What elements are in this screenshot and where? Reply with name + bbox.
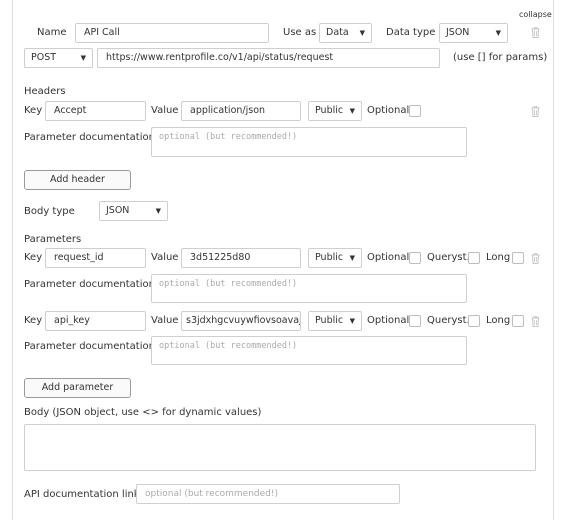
trash-icon[interactable]	[531, 106, 540, 117]
method-select[interactable]: POST ▼	[24, 48, 93, 68]
param-long-label: Long	[486, 315, 511, 326]
param-queryst-checkbox[interactable]	[468, 252, 480, 264]
headers-title: Headers	[24, 86, 66, 97]
param-visibility-value: Public	[315, 315, 344, 326]
header-doc-label: Parameter documentation	[24, 132, 155, 143]
header-visibility-value: Public	[315, 105, 344, 116]
param-queryst-checkbox[interactable]	[468, 315, 480, 327]
chevron-down-icon: ▼	[349, 317, 355, 325]
param-long-label: Long	[486, 252, 511, 263]
collapse-link[interactable]: collapse	[519, 8, 552, 22]
chevron-down-icon: ▼	[80, 54, 86, 62]
param-visibility-value: Public	[315, 252, 344, 263]
url-input[interactable]: https://www.rentprofile.co/v1/api/status…	[97, 48, 440, 68]
chevron-down-icon: ▼	[359, 29, 365, 37]
body-textarea[interactable]	[24, 424, 536, 471]
name-input[interactable]: API Call	[75, 23, 269, 43]
add-header-button[interactable]: Add header	[24, 170, 131, 190]
use-as-label: Use as	[283, 27, 317, 38]
use-as-value: Data	[326, 27, 349, 38]
use-as-select[interactable]: Data ▼	[319, 23, 372, 43]
header-visibility-select[interactable]: Public ▼	[308, 101, 362, 121]
parameters-title: Parameters	[24, 234, 82, 245]
header-optional-label: Optional	[367, 105, 410, 116]
trash-icon[interactable]	[531, 27, 540, 38]
chevron-down-icon: ▼	[155, 207, 161, 215]
header-key-input[interactable]: Accept	[45, 101, 146, 121]
param-doc-label: Parameter documentation	[24, 341, 155, 352]
header-key-label: Key	[24, 105, 43, 116]
param-queryst-label: Queryst.	[427, 252, 470, 263]
params-hint: (use [] for params)	[453, 52, 548, 63]
param-value-label: Value	[151, 252, 179, 263]
chevron-down-icon: ▼	[495, 29, 501, 37]
method-value: POST	[31, 52, 57, 63]
param-optional-label: Optional	[367, 315, 410, 326]
body-type-value: JSON	[106, 205, 130, 216]
param-doc-label: Parameter documentation	[24, 279, 155, 290]
data-type-label: Data type	[386, 27, 436, 38]
header-value-input[interactable]: application/json	[181, 101, 301, 121]
param-value-input[interactable]: s3jdxhgcvuywfiovsoavajds	[181, 311, 301, 331]
body-type-select[interactable]: JSON ▼	[99, 201, 168, 221]
trash-icon[interactable]	[531, 316, 540, 327]
param-doc-textarea[interactable]: optional (but recommended!)	[151, 336, 467, 365]
param-value-input[interactable]: 3d51225d80	[181, 248, 301, 268]
trash-icon[interactable]	[531, 253, 540, 264]
param-optional-label: Optional	[367, 252, 410, 263]
param-doc-textarea[interactable]: optional (but recommended!)	[151, 274, 467, 303]
header-optional-checkbox[interactable]	[409, 105, 421, 117]
param-queryst-label: Queryst.	[427, 315, 470, 326]
param-key-label: Key	[24, 252, 43, 263]
param-optional-checkbox[interactable]	[409, 252, 421, 264]
param-key-input[interactable]: request_id	[45, 248, 146, 268]
body-type-label: Body type	[24, 206, 75, 217]
body-label: Body (JSON object, use <> for dynamic va…	[24, 407, 262, 418]
header-value-label: Value	[151, 105, 179, 116]
param-key-input[interactable]: api_key	[45, 311, 146, 331]
param-optional-checkbox[interactable]	[409, 315, 421, 327]
param-visibility-select[interactable]: Public ▼	[308, 311, 362, 331]
param-long-checkbox[interactable]	[512, 252, 524, 264]
header-doc-textarea[interactable]: optional (but recommended!)	[151, 127, 467, 157]
param-key-label: Key	[24, 315, 43, 326]
name-label: Name	[37, 27, 67, 38]
chevron-down-icon: ▼	[349, 254, 355, 262]
param-long-checkbox[interactable]	[512, 315, 524, 327]
param-value-label: Value	[151, 315, 179, 326]
chevron-down-icon: ▼	[349, 107, 355, 115]
api-doc-input[interactable]: optional (but recommended!)	[136, 484, 400, 504]
data-type-value: JSON	[446, 27, 470, 38]
add-parameter-button[interactable]: Add parameter	[24, 378, 131, 398]
param-visibility-select[interactable]: Public ▼	[308, 248, 362, 268]
data-type-select[interactable]: JSON ▼	[439, 23, 508, 43]
